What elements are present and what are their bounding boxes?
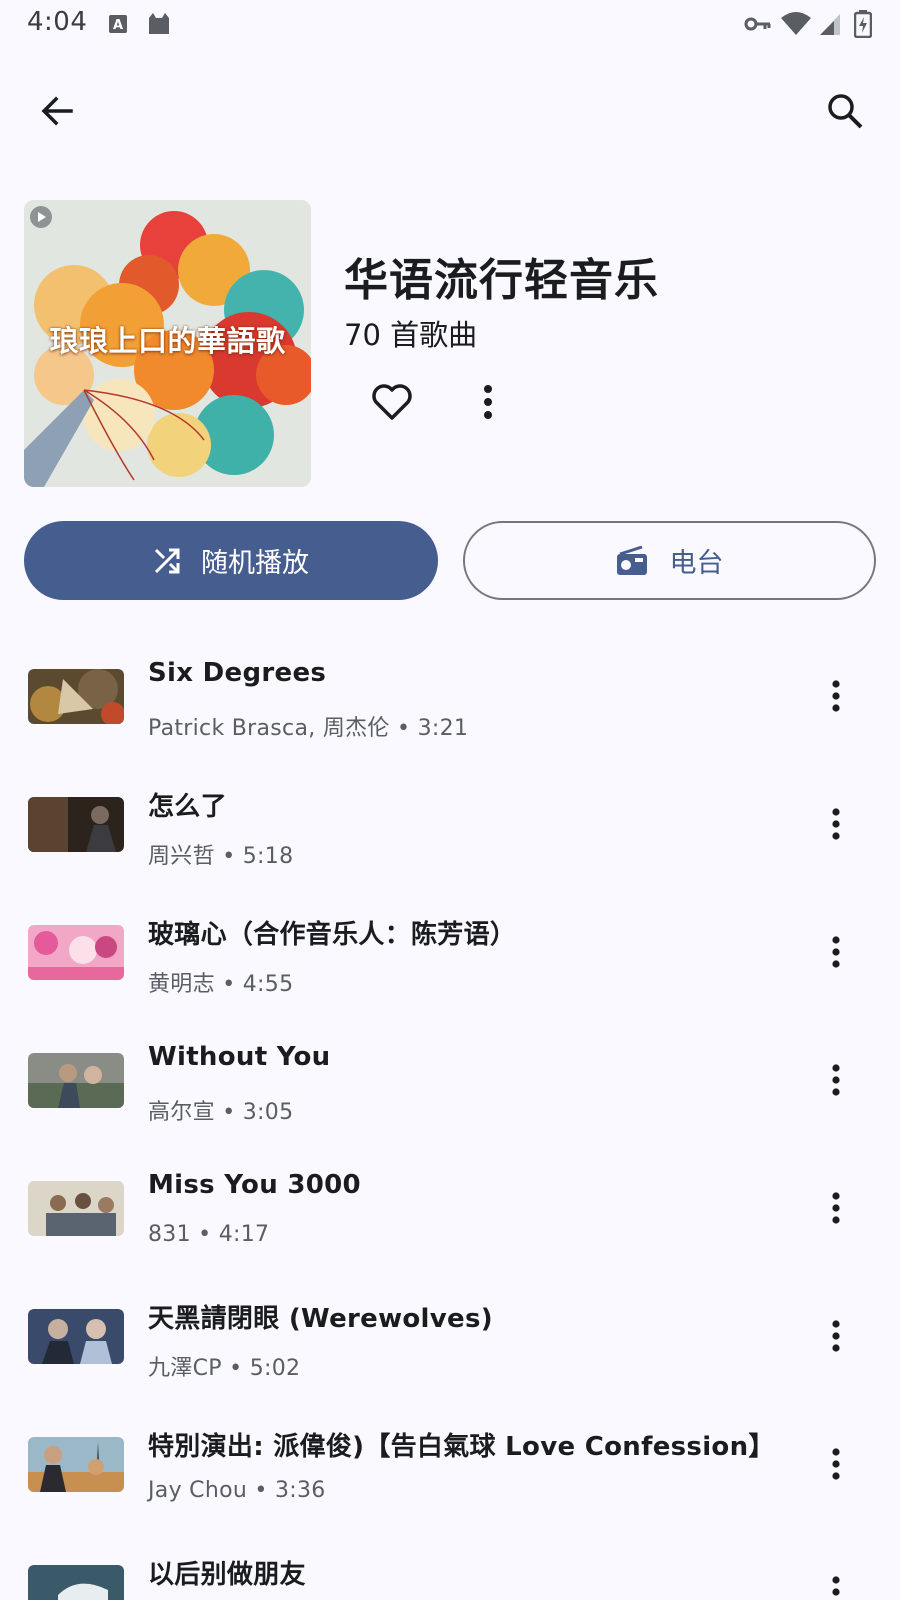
song-title: Without You (148, 1042, 331, 1072)
song-row[interactable]: 天黑請閉眼 (Werewolves) 九澤CP • 5:02 (0, 1272, 900, 1400)
more-vert-icon (832, 936, 840, 968)
song-subtitle: Jay Chou • 3:36 (148, 1478, 326, 1503)
song-more-button[interactable] (816, 1178, 856, 1238)
song-title: 玻璃心（合作音乐人：陈芳语） (148, 920, 517, 950)
heart-icon (372, 384, 412, 420)
playlist-more-button[interactable] (458, 372, 518, 432)
back-button[interactable] (27, 81, 87, 141)
song-thumbnail (28, 1309, 124, 1364)
song-subtitle: 高尔宣 • 3:05 (148, 1100, 294, 1125)
song-title: Six Degrees (148, 658, 327, 688)
song-thumbnail (28, 1053, 124, 1108)
song-more-button[interactable] (816, 1434, 856, 1494)
song-more-button[interactable] (816, 922, 856, 982)
more-vert-icon (832, 1192, 840, 1224)
song-thumbnail (28, 669, 124, 724)
song-row[interactable]: Six Degrees Patrick Brasca, 周杰伦 • 3:21 (0, 632, 900, 760)
search-button[interactable] (815, 81, 875, 141)
song-row[interactable]: Without You 高尔宣 • 3:05 (0, 1016, 900, 1144)
battery-icon (853, 10, 873, 42)
song-thumbnail (28, 925, 124, 980)
shuffle-label: 随机播放 (201, 548, 309, 579)
song-row[interactable]: 玻璃心（合作音乐人：陈芳语） 黄明志 • 4:55 (0, 888, 900, 1016)
song-subtitle: 831 • 4:17 (148, 1222, 270, 1247)
song-more-button[interactable] (816, 1562, 856, 1600)
song-count: 70 首歌曲 (344, 318, 478, 352)
radio-icon (616, 545, 647, 575)
song-row[interactable]: Miss You 3000 831 • 4:17 (0, 1144, 900, 1272)
radio-button[interactable]: 电台 (463, 521, 876, 600)
more-vert-icon (832, 1576, 840, 1596)
song-subtitle: Patrick Brasca, 周杰伦 • 3:21 (148, 716, 469, 741)
song-title: 天黑請閉眼 (Werewolves) (148, 1304, 493, 1334)
song-more-button[interactable] (816, 666, 856, 726)
song-row[interactable]: 怎么了 周兴哲 • 5:18 (0, 760, 900, 888)
more-vert-icon (832, 1448, 840, 1480)
vpn-key-icon (744, 16, 772, 36)
cover-text: 琅琅上口的華語歌 (49, 324, 286, 358)
song-title: Miss You 3000 (148, 1170, 361, 1200)
search-icon (828, 94, 863, 129)
song-title: 以后别做朋友 (148, 1560, 306, 1590)
more-vert-icon (832, 1320, 840, 1352)
wifi-icon (780, 12, 812, 40)
song-more-button[interactable] (816, 794, 856, 854)
song-thumbnail (28, 1565, 124, 1600)
radio-label: 电台 (669, 548, 724, 579)
song-thumbnail (28, 797, 124, 852)
song-subtitle: 黄明志 • 4:55 (148, 972, 294, 997)
song-title: 特別演出: 派偉俊)【告白氣球 Love Confession】 (148, 1432, 775, 1462)
cat-notification-icon (146, 12, 172, 40)
more-vert-icon (484, 385, 492, 419)
status-time: 4:04 (27, 7, 88, 37)
song-list: Six Degrees Patrick Brasca, 周杰伦 • 3:21 怎… (0, 632, 900, 1600)
playlist-cover[interactable]: 琅琅上口的華語歌 (24, 200, 311, 487)
keyboard-notification-icon: A (108, 14, 128, 38)
song-thumbnail (28, 1181, 124, 1236)
arrow-left-icon (41, 96, 73, 126)
song-more-button[interactable] (816, 1050, 856, 1110)
song-row[interactable]: 特別演出: 派偉俊)【告白氣球 Love Confession】 Jay Cho… (0, 1400, 900, 1528)
song-subtitle: 九澤CP • 5:02 (148, 1356, 301, 1381)
song-thumbnail (28, 1437, 124, 1492)
favorite-button[interactable] (362, 372, 422, 432)
more-vert-icon (832, 808, 840, 840)
status-bar: 4:04 A (0, 0, 900, 48)
song-subtitle: 周兴哲 • 5:18 (148, 844, 294, 869)
song-more-button[interactable] (816, 1306, 856, 1366)
playlist-title: 华语流行轻音乐 (344, 255, 659, 306)
svg-text:A: A (113, 18, 123, 33)
song-row[interactable]: 以后别做朋友 (0, 1528, 900, 1600)
song-title: 怎么了 (148, 792, 227, 822)
more-vert-icon (832, 680, 840, 712)
more-vert-icon (832, 1064, 840, 1096)
shuffle-button[interactable]: 随机播放 (24, 521, 438, 600)
cell-signal-icon (818, 12, 842, 40)
shuffle-icon (154, 548, 180, 573)
